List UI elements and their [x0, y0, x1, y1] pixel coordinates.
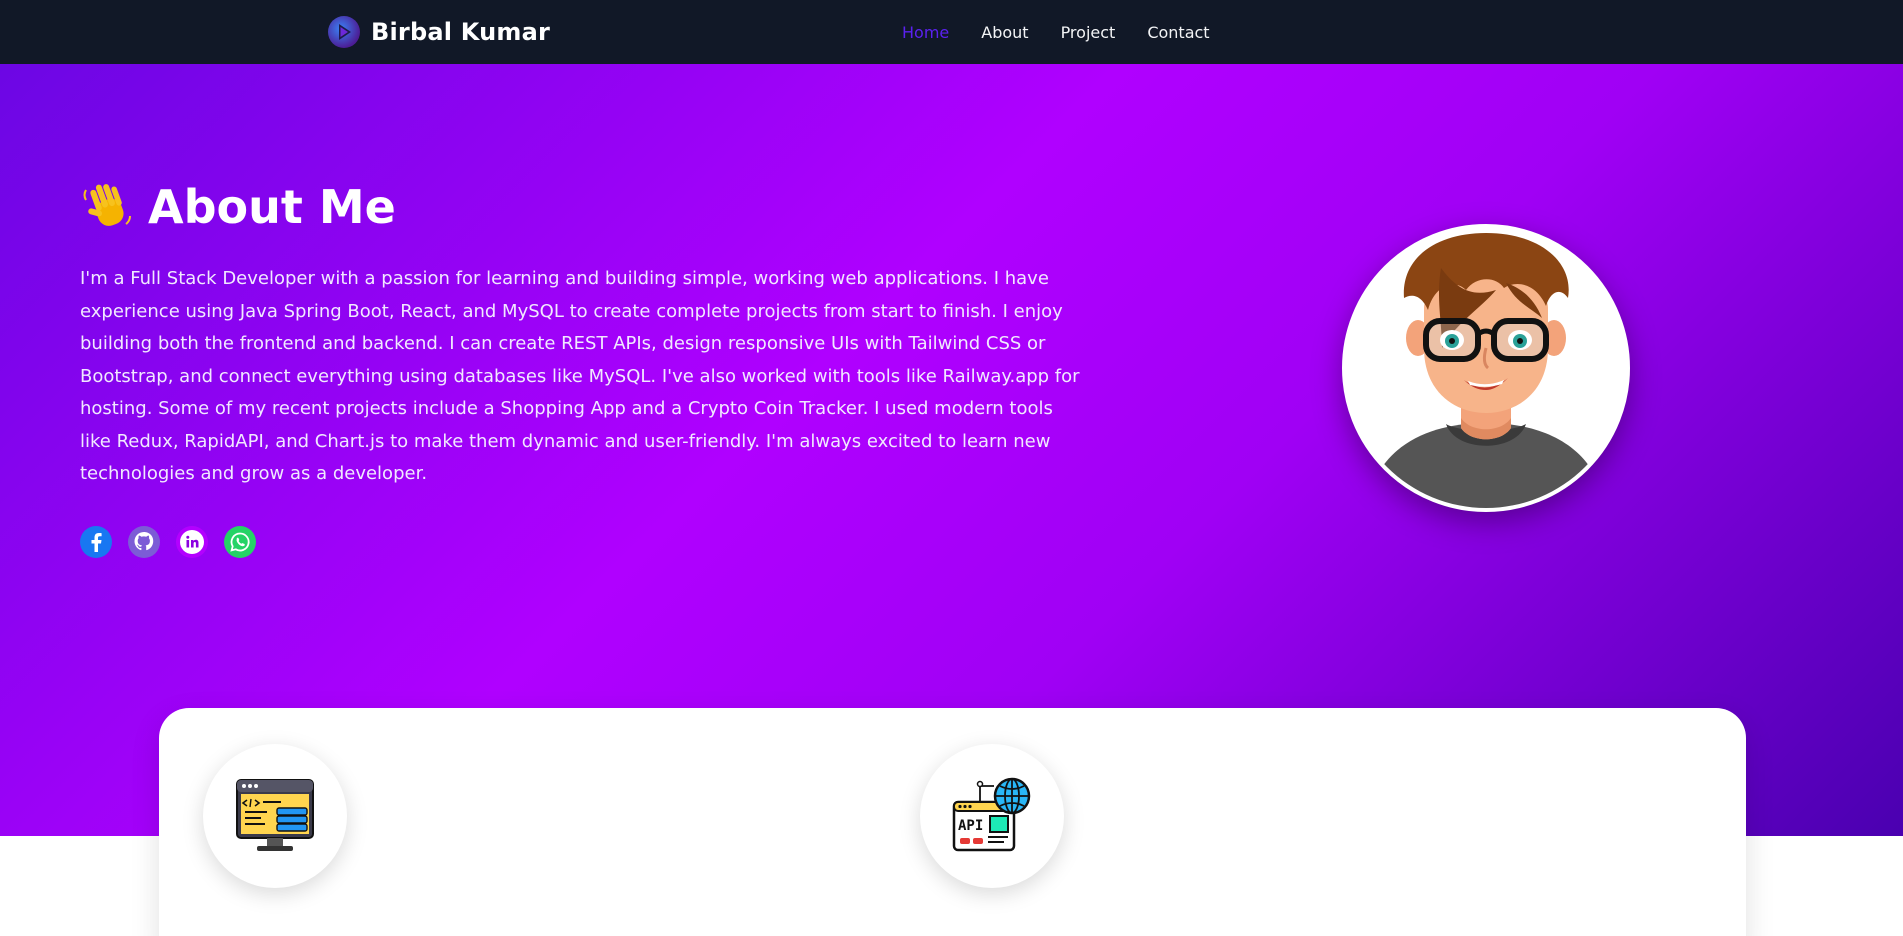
skill-icon-container: API [920, 744, 1064, 888]
navbar: Birbal Kumar Home About Project Contact [0, 0, 1903, 64]
skill-icon-container [203, 744, 347, 888]
api-icon: API [952, 777, 1031, 852]
avatar-illustration [1346, 228, 1626, 508]
brand-link[interactable]: Birbal Kumar [327, 14, 550, 50]
linkedin-icon [176, 526, 208, 558]
github-link[interactable] [128, 526, 160, 558]
waving-hand-icon [83, 184, 131, 226]
nav-links: Home About Project Contact [902, 0, 1210, 64]
linkedin-link[interactable] [176, 526, 208, 558]
avatar [1342, 224, 1630, 512]
whatsapp-link[interactable] [224, 526, 256, 558]
skills-card: API [159, 708, 1746, 936]
page-title: About Me [148, 180, 396, 234]
hero-title: About Me [80, 180, 396, 234]
about-paragraph: I'm a Full Stack Developer with a passio… [80, 268, 1080, 484]
nav-link-about[interactable]: About [981, 23, 1028, 42]
nav-link-project[interactable]: Project [1061, 23, 1116, 42]
facebook-link[interactable] [80, 526, 112, 558]
brand-logo-icon [328, 16, 360, 48]
social-links [80, 526, 256, 558]
brand-name: Birbal Kumar [371, 18, 551, 46]
facebook-icon [80, 526, 112, 558]
whatsapp-icon [224, 526, 256, 558]
github-icon [128, 526, 160, 558]
svg-text:API: API [958, 818, 983, 834]
web-development-icon [236, 779, 314, 851]
nav-link-contact[interactable]: Contact [1147, 23, 1209, 42]
nav-link-home[interactable]: Home [902, 23, 949, 42]
